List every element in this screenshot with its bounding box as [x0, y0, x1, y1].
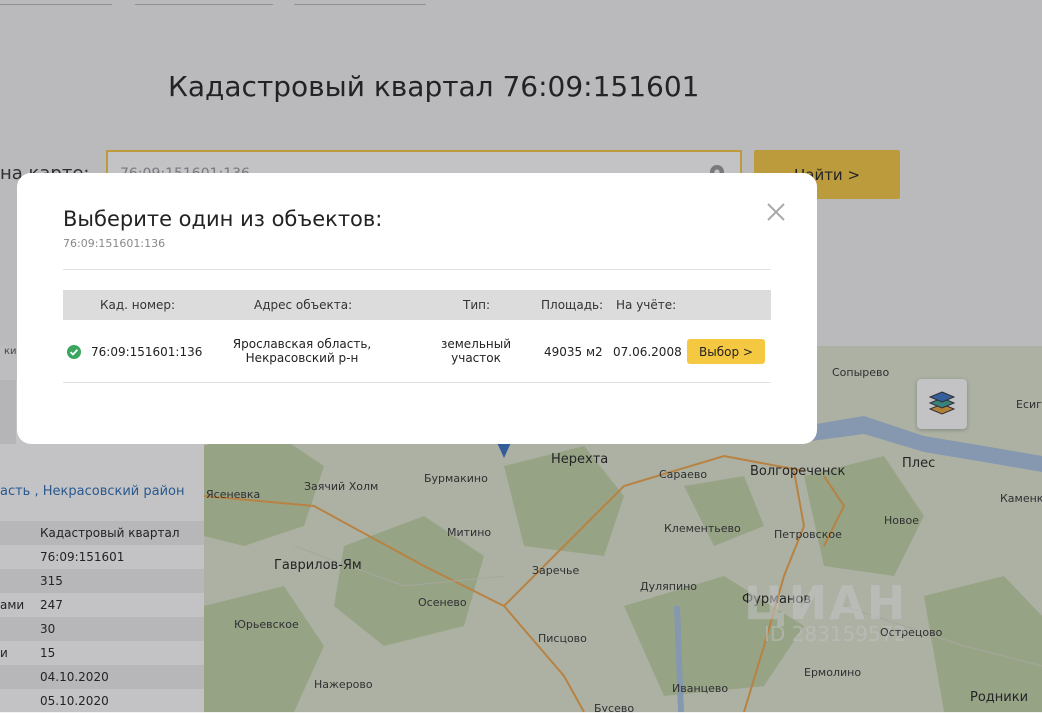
table-row[interactable]: 76:09:151601:136 Ярославская область, Не…: [63, 320, 771, 382]
object-type: земельный участок: [440, 337, 512, 365]
header-type: Тип:: [463, 298, 491, 312]
header-address: Адрес объекта:: [254, 298, 353, 312]
close-icon[interactable]: [765, 201, 787, 223]
header-number: Кад. номер:: [100, 298, 176, 312]
object-area: 49035 м2: [544, 345, 603, 359]
object-address: Ярославская область, Некрасовский р-н: [232, 337, 372, 365]
cadastral-number: 76:09:151601:136: [91, 345, 203, 359]
table-header: Кад. номер: Адрес объекта: Тип: Площадь:…: [63, 290, 771, 320]
divider: [63, 269, 771, 270]
header-registered: На учёте:: [616, 298, 677, 312]
header-area: Площадь:: [541, 298, 604, 312]
check-circle-icon: [67, 345, 81, 362]
registration-date: 07.06.2008: [613, 345, 682, 359]
dialog-subtitle: 76:09:151601:136: [63, 237, 166, 250]
divider: [63, 382, 771, 383]
dialog-title: Выберите один из объектов:: [63, 207, 383, 231]
select-button[interactable]: Выбор >: [687, 339, 765, 364]
select-object-dialog: Выберите один из объектов: 76:09:151601:…: [17, 173, 817, 444]
